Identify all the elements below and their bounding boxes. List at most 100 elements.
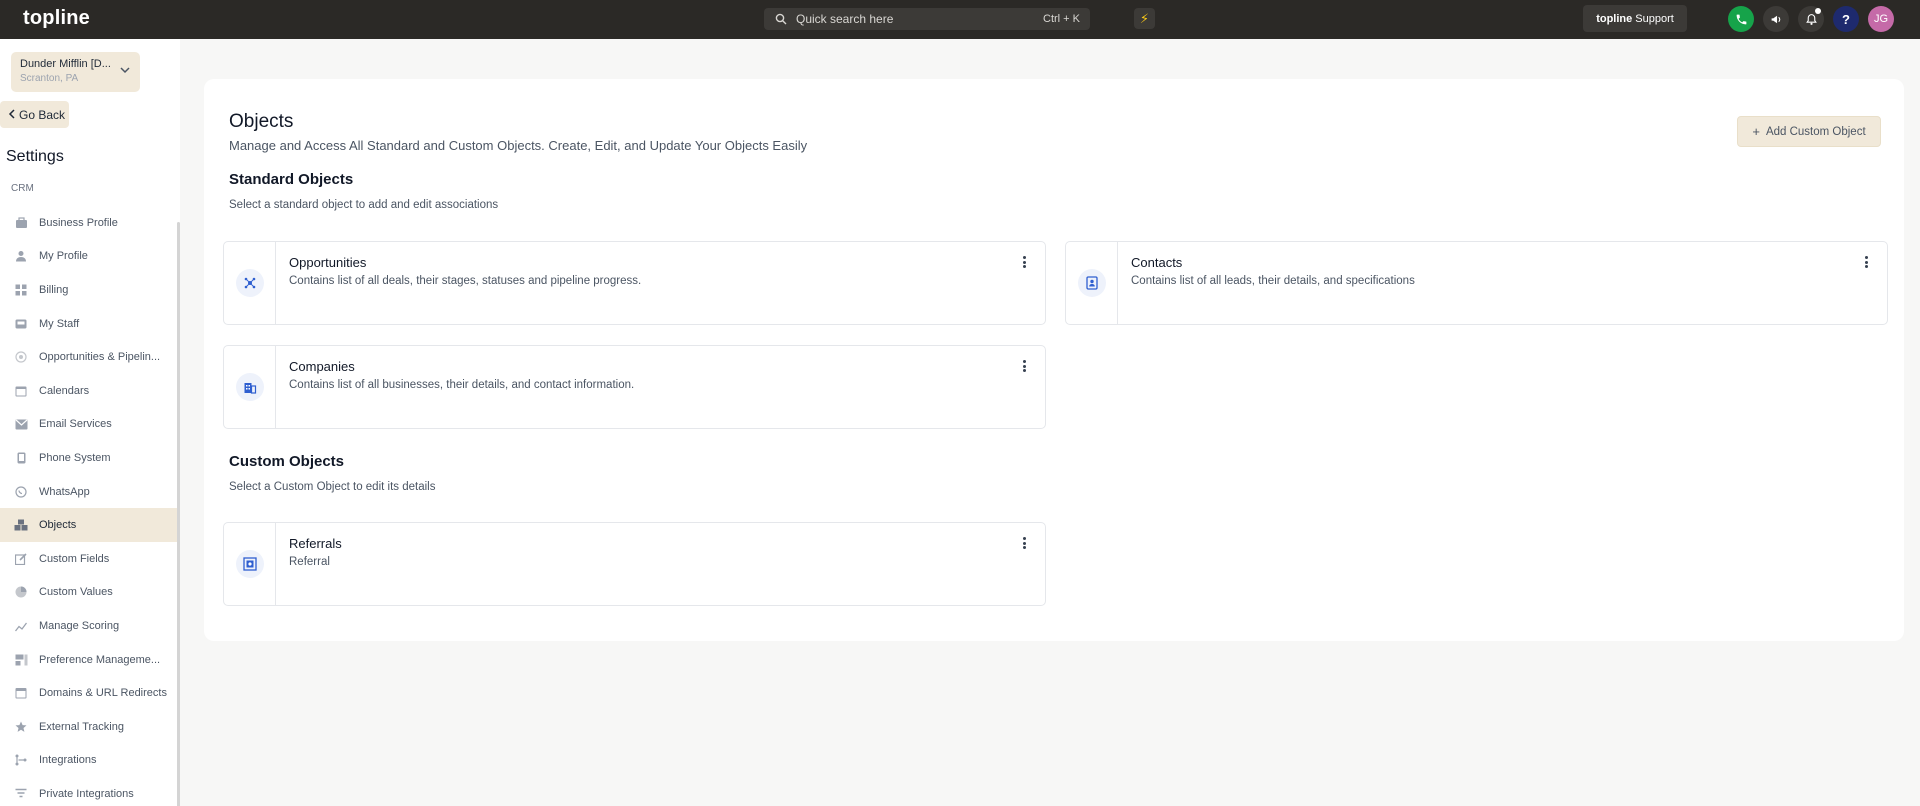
sidebar-item-label: Custom Values	[39, 586, 113, 599]
grid-icon	[14, 283, 28, 297]
support-button[interactable]: topline Support	[1583, 5, 1687, 32]
chevron-left-icon	[8, 108, 15, 122]
search-placeholder: Quick search here	[796, 12, 894, 26]
object-name: Opportunities	[289, 255, 367, 270]
more-options-icon[interactable]	[1020, 535, 1028, 551]
location-name: Dunder Mifflin [D...	[20, 58, 111, 70]
sidebar-item-custom-fields[interactable]: Custom Fields	[0, 542, 177, 576]
sidebar-item-label: Domains & URL Redirects	[39, 687, 167, 700]
preference-icon	[14, 653, 28, 667]
object-card-companies[interactable]: Companies Contains list of all businesse…	[223, 345, 1046, 429]
edit-icon	[14, 552, 28, 566]
object-description: Referral	[289, 556, 330, 568]
settings-sidebar: Dunder Mifflin [D... Scranton, PA Go Bac…	[0, 39, 180, 806]
object-name: Referrals	[289, 536, 342, 551]
settings-nav: Business Profile My Profile Billing My S…	[0, 206, 177, 806]
contacts-icon	[1077, 269, 1106, 297]
sidebar-item-label: Opportunities & Pipelin...	[39, 351, 161, 364]
opportunities-icon	[235, 269, 264, 297]
object-name: Companies	[289, 359, 355, 374]
object-card-opportunities[interactable]: Opportunities Contains list of all deals…	[223, 241, 1046, 325]
email-icon	[14, 417, 28, 431]
sidebar-item-label: Preference Manageme...	[39, 653, 161, 666]
phone-icon[interactable]	[1728, 6, 1754, 32]
more-options-icon[interactable]	[1020, 358, 1028, 374]
sidebar-item-label: Custom Fields	[39, 552, 110, 565]
object-card-referrals[interactable]: Referrals Referral	[223, 522, 1046, 606]
app-logo[interactable]: topline	[23, 7, 90, 30]
support-label: Support	[1635, 12, 1674, 25]
objects-icon	[14, 518, 28, 532]
sidebar-item-preference-management[interactable]: Preference Manageme...	[0, 643, 177, 677]
object-icon-column	[224, 242, 276, 324]
location-address: Scranton, PA	[20, 73, 79, 84]
support-brand: topline	[1596, 12, 1633, 25]
more-options-icon[interactable]	[1020, 254, 1028, 270]
notification-dot	[1815, 8, 1821, 14]
inbox-icon	[14, 317, 28, 331]
search-shortcut: Ctrl + K	[1043, 13, 1080, 25]
pie-icon	[14, 585, 28, 599]
custom-objects-title: Custom Objects	[229, 453, 345, 470]
sidebar-item-label: Email Services	[39, 418, 112, 431]
store-icon	[14, 686, 28, 700]
location-switcher[interactable]: Dunder Mifflin [D... Scranton, PA	[11, 52, 140, 92]
filter-icon	[14, 787, 28, 801]
object-name: Contacts	[1131, 255, 1183, 270]
sidebar-item-manage-scoring[interactable]: Manage Scoring	[0, 609, 177, 643]
add-custom-object-button[interactable]: + Add Custom Object	[1737, 116, 1881, 147]
chart-icon	[14, 619, 28, 633]
user-avatar[interactable]: JG	[1868, 6, 1894, 32]
page-subtitle: Manage and Access All Standard and Custo…	[229, 138, 808, 153]
sidebar-item-external-tracking[interactable]: External Tracking	[0, 710, 177, 744]
more-options-icon[interactable]	[1862, 254, 1870, 270]
object-description: Contains list of all businesses, their d…	[289, 379, 635, 391]
sidebar-scrollbar[interactable]	[177, 222, 180, 806]
sidebar-item-phone-system[interactable]: Phone System	[0, 441, 177, 475]
page-title: Objects	[229, 111, 294, 132]
briefcase-icon	[14, 216, 28, 230]
sidebar-item-label: Manage Scoring	[39, 619, 120, 632]
quick-actions-bolt-icon[interactable]: ⚡	[1134, 8, 1155, 29]
standard-objects-subtitle: Select a standard object to add and edit…	[229, 199, 499, 211]
whatsapp-icon	[14, 485, 28, 499]
sidebar-item-my-staff[interactable]: My Staff	[0, 307, 177, 341]
go-back-label: Go Back	[19, 107, 66, 122]
object-description: Contains list of all deals, their stages…	[289, 275, 642, 287]
quick-search[interactable]: Quick search here Ctrl + K	[764, 8, 1090, 30]
sidebar-item-email-services[interactable]: Email Services	[0, 408, 177, 442]
sidebar-item-private-integrations[interactable]: Private Integrations	[0, 777, 177, 806]
settings-title: Settings	[6, 148, 64, 165]
sidebar-item-label: Objects	[39, 519, 77, 532]
plus-icon: +	[1752, 124, 1760, 139]
go-back-button[interactable]: Go Back	[0, 101, 69, 128]
sidebar-item-label: Calendars	[39, 384, 90, 397]
custom-objects-subtitle: Select a Custom Object to edit its detai…	[229, 481, 436, 493]
megaphone-icon[interactable]	[1763, 6, 1789, 32]
sidebar-item-integrations[interactable]: Integrations	[0, 744, 177, 778]
sidebar-item-label: My Profile	[39, 250, 88, 263]
sidebar-item-objects[interactable]: Objects	[0, 508, 177, 542]
referrals-icon	[235, 550, 264, 578]
sidebar-item-label: Phone System	[39, 451, 111, 464]
integration-icon	[14, 753, 28, 767]
chevron-down-icon	[120, 65, 130, 77]
sidebar-item-billing[interactable]: Billing	[0, 273, 177, 307]
sidebar-item-calendars[interactable]: Calendars	[0, 374, 177, 408]
sidebar-item-custom-values[interactable]: Custom Values	[0, 576, 177, 610]
user-icon	[14, 249, 28, 263]
sidebar-item-domains-url-redirects[interactable]: Domains & URL Redirects	[0, 676, 177, 710]
calendar-icon	[14, 384, 28, 398]
star-icon	[14, 720, 28, 734]
target-icon	[14, 350, 28, 364]
sidebar-item-my-profile[interactable]: My Profile	[0, 240, 177, 274]
sidebar-item-opportunities-pipelines[interactable]: Opportunities & Pipelin...	[0, 340, 177, 374]
search-icon	[774, 12, 788, 26]
object-card-contacts[interactable]: Contacts Contains list of all leads, the…	[1065, 241, 1888, 325]
sidebar-item-whatsapp[interactable]: WhatsApp	[0, 475, 177, 509]
help-icon[interactable]: ?	[1833, 6, 1859, 32]
sidebar-item-business-profile[interactable]: Business Profile	[0, 206, 177, 240]
sidebar-item-label: My Staff	[39, 317, 80, 330]
object-icon-column	[224, 346, 276, 428]
top-bar: topline Quick search here Ctrl + K ⚡ top…	[0, 0, 1920, 39]
